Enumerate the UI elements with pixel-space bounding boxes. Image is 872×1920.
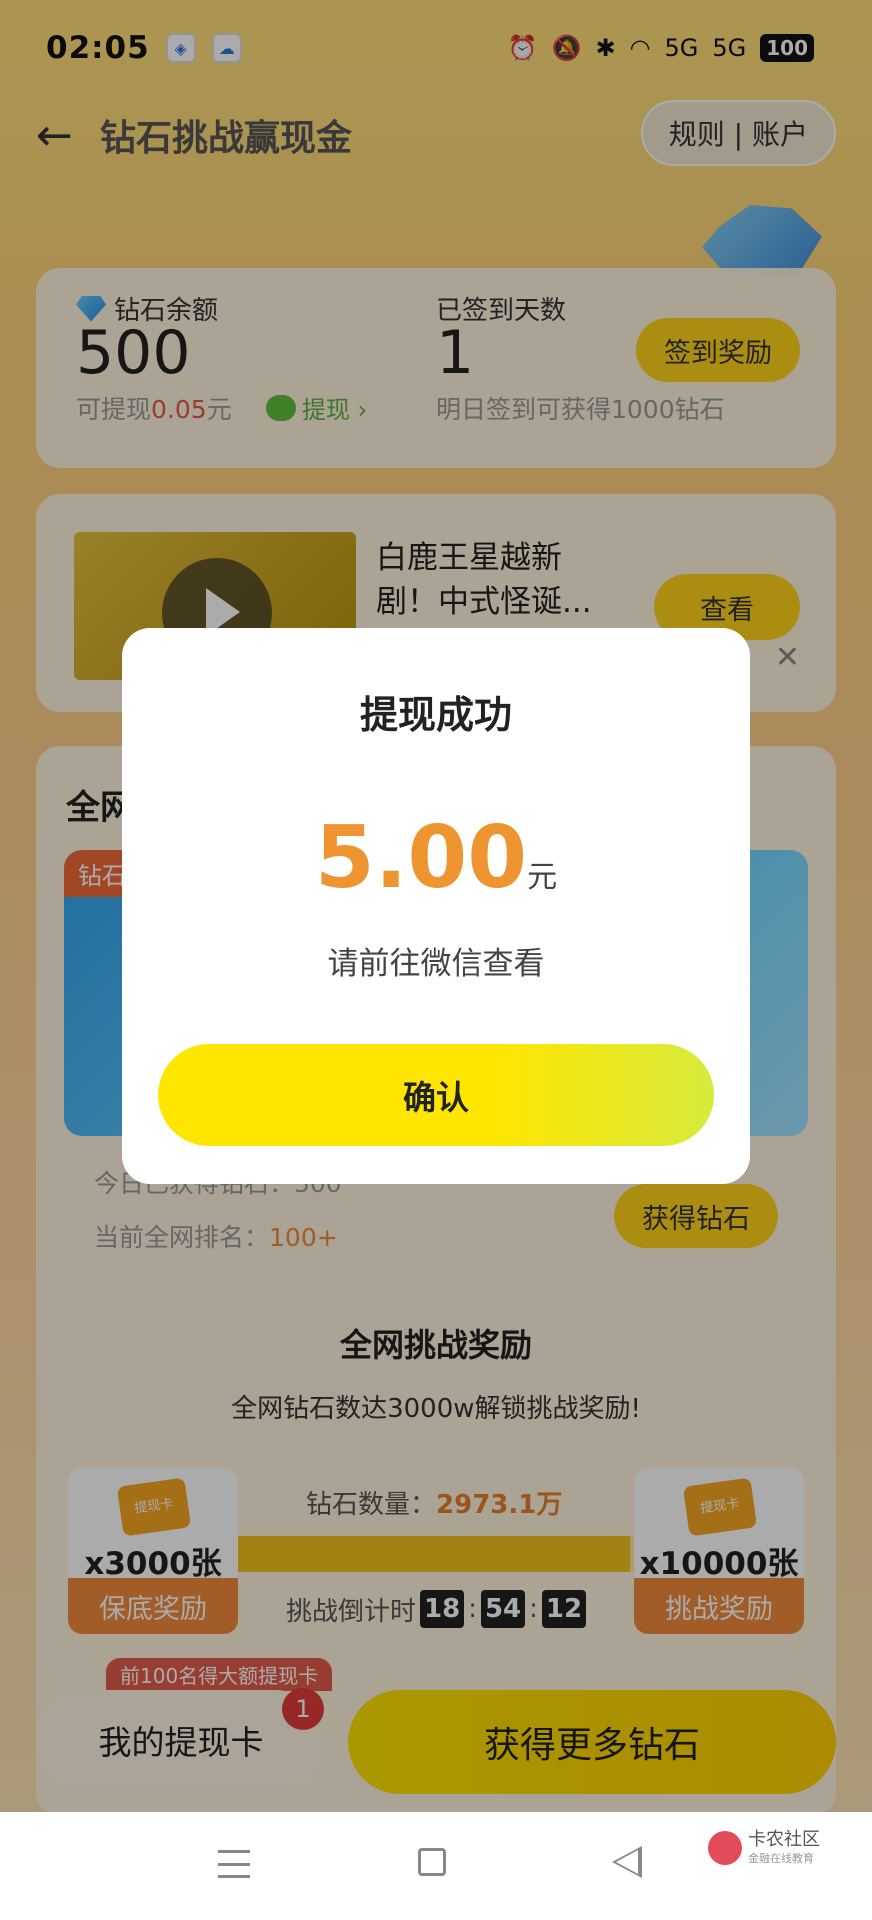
amount-value: 5.00 xyxy=(314,808,528,908)
back-triangle-icon[interactable] xyxy=(612,1846,642,1878)
dialog-hint: 请前往微信查看 xyxy=(327,946,545,982)
watermark-name: 卡农社区 xyxy=(748,1829,820,1850)
watermark-sub: 金融在线教育 xyxy=(748,1852,814,1865)
system-nav-bar: 卡农社区 金融在线教育 xyxy=(0,1812,872,1920)
confirm-button[interactable]: 确认 xyxy=(158,1044,714,1146)
amount-unit: 元 xyxy=(527,860,558,895)
page-background: 02:05 ◈ ☁ ⏰ 🔕 ✱ ◠ 5G 5G 100 ← 钻石挑战赢现金 规则… xyxy=(0,0,872,1812)
watermark-logo-icon xyxy=(708,1831,742,1865)
watermark: 卡农社区 金融在线教育 xyxy=(708,1830,820,1866)
home-icon[interactable] xyxy=(418,1848,446,1876)
withdraw-success-dialog: 提现成功 5.00元 请前往微信查看 确认 xyxy=(122,628,750,1184)
dialog-title: 提现成功 xyxy=(359,693,512,737)
menu-icon[interactable] xyxy=(218,1850,250,1878)
dialog-amount: 5.00元 xyxy=(122,808,750,908)
watermark-text: 卡农社区 金融在线教育 xyxy=(748,1830,820,1866)
